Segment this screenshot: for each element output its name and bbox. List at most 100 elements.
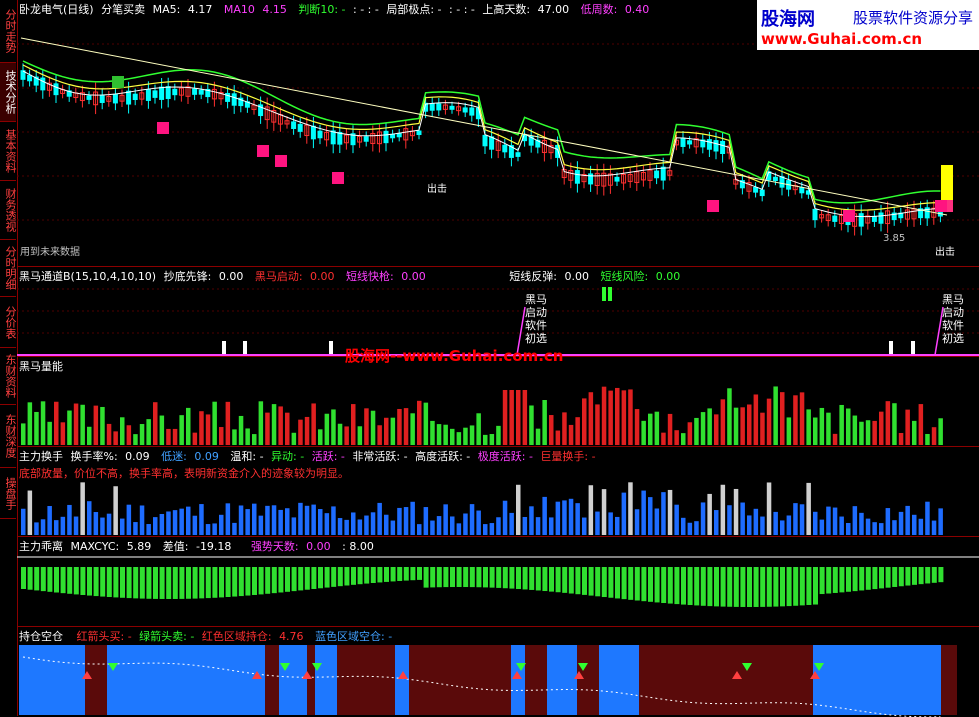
- turnover-bar: [67, 504, 72, 535]
- volume-energy-pane[interactable]: 黑马量能: [17, 356, 979, 447]
- deviation-bar: [740, 567, 746, 607]
- deviation-bar: [575, 567, 581, 595]
- volume-bar: [839, 404, 844, 445]
- candle-body: [799, 187, 805, 194]
- candle-body: [720, 140, 726, 155]
- deviation-bar: [813, 567, 818, 605]
- volume-bar: [423, 402, 429, 445]
- volume-bar: [60, 422, 66, 445]
- turnover-bar: [377, 502, 382, 535]
- volume-bar: [205, 414, 211, 445]
- tab-dongcai-depth[interactable]: 东财深度: [0, 405, 17, 468]
- turnover-bar: [159, 513, 165, 535]
- dark-horse-pane[interactable]: 黑马通道B(15,10,4,10,10) 抄底先锋: 0.00 黑马启动: 0.…: [17, 266, 979, 357]
- deviation-bar: [852, 567, 858, 592]
- tab-dongcai-info[interactable]: 东财资料: [0, 348, 17, 405]
- signal-bar: [329, 341, 333, 354]
- volume-bar: [918, 404, 924, 445]
- volume-bar: [681, 433, 686, 445]
- tab-trader[interactable]: 操盘手: [0, 468, 17, 519]
- volume-bar: [146, 419, 151, 445]
- candle-body: [482, 134, 488, 147]
- turnover-bar: [397, 507, 402, 535]
- volume-bar: [885, 401, 891, 445]
- turnover-bar: [681, 517, 686, 535]
- tab-technical[interactable]: 技术分析: [0, 63, 17, 122]
- volume-bar: [397, 408, 402, 445]
- deviation-bar: [535, 567, 541, 591]
- position-zone: [511, 645, 525, 715]
- deviation-bar: [225, 567, 231, 598]
- tab-price-table[interactable]: 分价表: [0, 297, 17, 348]
- candle-body: [687, 140, 693, 145]
- turnover-bar: [813, 511, 818, 535]
- deviation-bar: [859, 567, 865, 591]
- deviation-bar: [714, 567, 719, 607]
- candle-body: [145, 89, 151, 101]
- volume-bar: [106, 423, 112, 445]
- deviation-bar: [595, 567, 601, 597]
- volume-bar: [522, 390, 528, 445]
- turnover-bar: [225, 503, 231, 535]
- deviation-bar: [694, 567, 700, 606]
- volume-bar: [27, 402, 33, 445]
- deviation-bar: [179, 567, 185, 599]
- deviation-bar: [489, 567, 495, 588]
- turnover-bar: [337, 518, 343, 535]
- deviation-bar: [846, 567, 851, 592]
- turnover-bar: [621, 492, 627, 535]
- tab-intraday-detail[interactable]: 分时明细: [0, 240, 17, 297]
- candle-body: [779, 176, 785, 188]
- volume-bar: [859, 421, 864, 445]
- sidebar: 分时走势 技术分析 基本资料 财务透视 分时明细 分价表 东财资料 东财深度 操…: [0, 0, 18, 716]
- candle-body: [159, 86, 165, 100]
- turnover-bar: [799, 504, 805, 535]
- volume-energy-chart[interactable]: [17, 357, 979, 447]
- volume-bar: [238, 415, 244, 445]
- position-pane[interactable]: 持仓空仓 红箭头买: - 绿箭头卖: - 红色区域持仓: 4.76 蓝色区域空仓…: [17, 626, 979, 717]
- volume-bar: [199, 411, 204, 445]
- volume-bar: [582, 398, 587, 445]
- turnover-bar: [364, 515, 369, 535]
- deviation-bar: [799, 567, 805, 606]
- volume-bar: [700, 412, 706, 445]
- position-zone: [639, 645, 733, 715]
- turnover-bar: [205, 524, 211, 535]
- volume-bar: [311, 403, 316, 445]
- volume-bar: [496, 425, 501, 445]
- turnover-bar: [186, 506, 191, 535]
- deviation-bar: [733, 567, 739, 607]
- deviation-bar: [271, 567, 277, 594]
- deviation-bar: [522, 567, 528, 590]
- turnover-bar: [667, 489, 673, 535]
- candle-body: [416, 130, 422, 136]
- turnover-bar: [245, 509, 250, 535]
- turnover-bar: [568, 498, 574, 535]
- volume-bar: [628, 389, 633, 445]
- volume-bar: [648, 413, 653, 445]
- tab-financial[interactable]: 财务透视: [0, 181, 17, 240]
- deviation-bar: [549, 567, 554, 592]
- deviation-bar: [885, 567, 891, 588]
- turnover-bar: [172, 510, 178, 535]
- volume-bar: [489, 434, 495, 445]
- deviation-bar: [245, 567, 251, 596]
- deviation-bar: [318, 567, 323, 589]
- volume-bar: [271, 404, 277, 445]
- volume-bar: [291, 432, 297, 445]
- deviation-pane[interactable]: 主力乖离 MAXCYC: 5.89 差值: -19.18 强势天数: 0.00 …: [17, 536, 979, 627]
- turnover-bar: [648, 497, 653, 535]
- deviation-bar: [865, 567, 871, 590]
- candle-body: [489, 136, 495, 150]
- turnover-bar: [311, 504, 316, 535]
- volume-bar: [67, 410, 72, 445]
- out-label-1: 出击: [427, 184, 447, 195]
- candle-body: [390, 133, 396, 139]
- turnover-pane[interactable]: 主力换手 换手率%: 0.09 低迷: 0.09 温和: - 异动: - 活跃:…: [17, 446, 979, 537]
- volume-bar: [166, 428, 171, 445]
- volume-bar: [364, 408, 369, 445]
- deviation-bar: [529, 567, 535, 590]
- tab-intraday[interactable]: 分时走势: [0, 0, 17, 63]
- deviation-bar: [879, 567, 884, 589]
- tab-basic-info[interactable]: 基本资料: [0, 122, 17, 181]
